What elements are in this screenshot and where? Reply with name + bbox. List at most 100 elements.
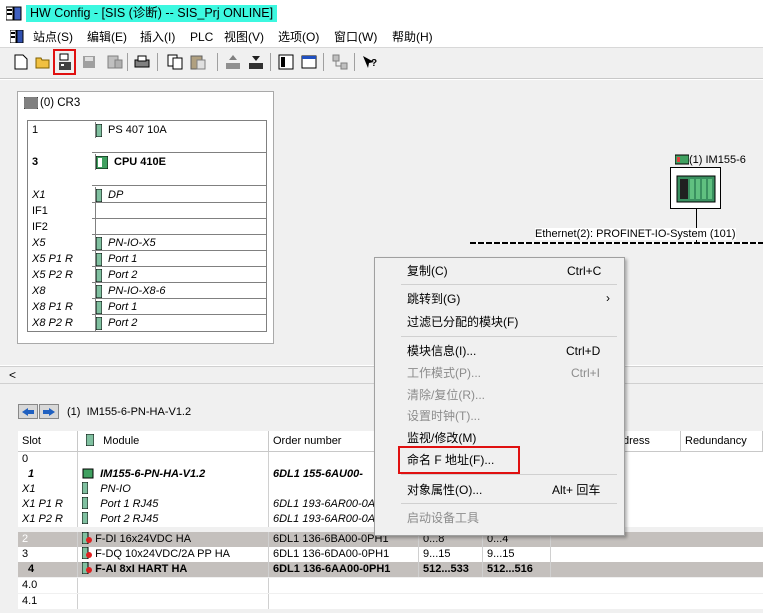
module-cell: PN-IO-X8-6 (95, 283, 267, 299)
module-name: Port 2 (108, 317, 138, 329)
rack-row-3[interactable]: 3 CPU 410E (27, 154, 267, 170)
menu-station[interactable]: 站点(S) (33, 29, 73, 45)
module-name: PN-IO-X8-6 (108, 285, 166, 297)
profinet-label: Ethernet(2): PROFINET-IO-System (101) (535, 228, 736, 240)
ctx-filter-assigned[interactable]: 过滤已分配的模块(F) (407, 314, 518, 330)
rack-row-1[interactable]: 1 PS 407 10A (27, 122, 267, 138)
module-name: Port 1 (108, 253, 138, 265)
ctx-operating-mode[interactable]: 工作模式(P)... (407, 365, 481, 381)
copy-icon[interactable] (166, 53, 184, 71)
io-device-box[interactable] (670, 167, 721, 209)
module-icon (96, 123, 102, 137)
module-cell (78, 594, 269, 609)
im-module-icon (82, 468, 94, 479)
rack-row-x5p2[interactable]: X5 P2 R Port 2 (27, 267, 267, 283)
module-name: PS 407 10A (108, 124, 167, 136)
rack-row-x1[interactable]: X1 DP (27, 187, 267, 203)
back-arrow-icon[interactable] (18, 404, 38, 419)
slot-label: X1 (32, 189, 46, 201)
ctx-separator (401, 503, 617, 504)
rack-row-x5p1[interactable]: X5 P1 R Port 1 (27, 251, 267, 267)
slot-label: X5 (32, 237, 46, 249)
network-view-icon[interactable] (300, 53, 318, 71)
slot-label: X8 (32, 285, 46, 297)
rack-divider (92, 185, 267, 186)
i-address-cell: 512...533 (419, 562, 483, 577)
module-icon (81, 512, 89, 525)
ctx-module-info[interactable]: 模块信息(I)... (407, 343, 476, 359)
slot-cell: 0 (18, 452, 78, 467)
ctx-module-info-shortcut: Ctrl+D (566, 344, 601, 358)
col-slot[interactable]: Slot (18, 431, 78, 452)
profinet-line[interactable] (470, 242, 763, 244)
forward-arrow-icon[interactable] (39, 404, 59, 419)
rack-divider (92, 152, 267, 153)
module-cell (95, 203, 267, 219)
rack-row-x8p1[interactable]: X8 P1 R Port 1 (27, 299, 267, 315)
new-icon[interactable] (12, 53, 30, 71)
ctx-copy[interactable]: 复制(C) (407, 263, 448, 279)
rack-row-if2[interactable]: IF2 (27, 219, 267, 235)
module-name: CPU 410E (114, 156, 166, 168)
table-row[interactable]: 3 F-DQ 10x24VDC/2A PP HA 6DL1 136-6DA00-… (18, 547, 763, 562)
nav-arrows (18, 404, 59, 419)
menu-insert[interactable]: 插入(I) (140, 29, 175, 45)
module-cell: PN-IO (78, 482, 269, 497)
module-name: Port 1 (108, 301, 138, 313)
menu-options[interactable]: 选项(O) (278, 29, 319, 45)
ctx-object-properties[interactable]: 对象属性(O)... (407, 482, 482, 498)
rack-row-if1[interactable]: IF1 (27, 203, 267, 219)
cpu-icon (96, 155, 108, 169)
print-icon[interactable] (133, 53, 151, 71)
compile-icon[interactable] (106, 53, 124, 71)
table-row[interactable]: 4.1 (18, 594, 763, 609)
paste-icon[interactable] (189, 53, 207, 71)
module-cell: Port 2 (95, 315, 267, 331)
submenu-arrow-icon: › (606, 291, 610, 305)
ctx-start-device-tool[interactable]: 启动设备工具 (407, 510, 479, 526)
scroll-left-icon[interactable]: < (9, 368, 16, 382)
document-icon[interactable] (10, 30, 24, 43)
rack-row-x8[interactable]: X8 PN-IO-X8-6 (27, 283, 267, 299)
io-device-label[interactable]: (1) IM155-6 (674, 153, 746, 166)
col-redundancy[interactable]: Redundancy (681, 431, 763, 452)
module-icon (96, 252, 102, 266)
ctx-monitor-modify[interactable]: 监视/修改(M) (407, 430, 476, 446)
module-name: DP (108, 189, 124, 201)
col-module[interactable]: Module (78, 431, 269, 452)
ctx-clear-reset[interactable]: 清除/复位(R)... (407, 387, 485, 403)
module-icon (96, 316, 102, 330)
slot-label: X8 P2 R (32, 317, 73, 329)
slot-label: X8 P1 R (32, 301, 73, 313)
slot-label: X5 P2 R (32, 269, 73, 281)
order-cell: 6DL1 136-6DA00-0PH1 (269, 547, 419, 562)
menu-plc[interactable]: PLC (190, 29, 213, 45)
rack-row-x8p2[interactable]: X8 P2 R Port 2 (27, 315, 267, 331)
menu-window[interactable]: 窗口(W) (334, 29, 377, 45)
module-cell: DP (95, 187, 267, 203)
open-icon[interactable] (34, 53, 52, 71)
menu-help[interactable]: 帮助(H) (392, 29, 433, 45)
module-cell: PN-IO-X5 (95, 235, 267, 251)
ctx-set-time[interactable]: 设置时钟(T)... (407, 408, 480, 424)
table-row[interactable]: 4.0 (18, 578, 763, 593)
ctx-goto[interactable]: 跳转到(G) (407, 291, 460, 307)
module-name: IM155-6-PN-HA-V1.2 (100, 468, 206, 480)
detail-title-num: (1) (67, 406, 81, 418)
help-icon[interactable]: ? (360, 53, 378, 71)
table-row[interactable]: 4 F-AI 8xI HART HA 6DL1 136-6AA00-0PH1 5… (18, 562, 763, 577)
catalog-icon[interactable] (277, 53, 295, 71)
module-cell: F-DQ 10x24VDC/2A PP HA (78, 547, 269, 562)
ctx-separator (401, 336, 617, 337)
upload-icon[interactable] (224, 53, 242, 71)
config-icon[interactable] (331, 53, 349, 71)
module-name: Port 2 RJ45 (100, 513, 159, 525)
download-icon[interactable] (247, 53, 265, 71)
module-name: F-DI 16x24VDC HA (95, 533, 192, 545)
ctx-separator (401, 284, 617, 285)
menu-edit[interactable]: 编辑(E) (87, 29, 127, 45)
rack-row-x5[interactable]: X5 PN-IO-X5 (27, 235, 267, 251)
toolbar-highlight (53, 49, 76, 75)
menu-view[interactable]: 视图(V) (224, 29, 264, 45)
save-icon[interactable] (80, 53, 98, 71)
